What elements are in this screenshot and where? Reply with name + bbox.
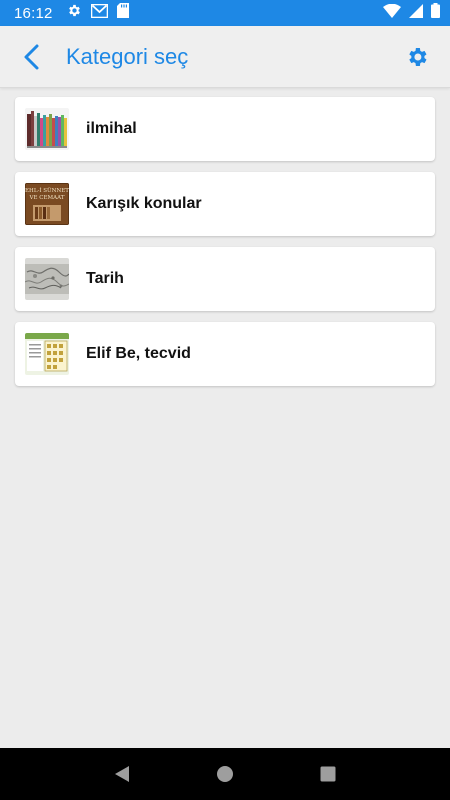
gmail-icon	[90, 3, 108, 23]
settings-icon	[67, 3, 82, 23]
chevron-left-icon	[24, 44, 39, 69]
category-item-karisik-konular[interactable]: EHL-İ SÜNNET VE CEMAAT Karışık konular	[15, 172, 435, 236]
ehl-i-sunnet-book-cover: EHL-İ SÜNNET VE CEMAAT	[25, 183, 69, 225]
back-triangle-icon	[114, 766, 129, 782]
nav-home-button[interactable]	[205, 754, 245, 794]
back-button[interactable]	[12, 37, 52, 77]
category-label: ilmihal	[86, 120, 137, 137]
category-item-ilmihal[interactable]: ilmihal	[15, 97, 435, 161]
category-item-tarih[interactable]: Tarih	[15, 247, 435, 311]
old-map-thumbnail	[25, 258, 69, 300]
sd-card-icon	[116, 3, 129, 23]
home-circle-icon	[216, 766, 233, 782]
status-system-icons	[383, 3, 440, 23]
status-bar: 16:12	[0, 0, 450, 26]
wifi-icon	[383, 3, 401, 23]
recents-square-icon	[320, 766, 336, 782]
page-title: Kategori seç	[66, 43, 189, 69]
svg-text:EHL-İ SÜNNET: EHL-İ SÜNNET	[25, 187, 69, 194]
alphabet-chart-thumbnail	[25, 333, 69, 375]
category-list: ilmihal EHL-İ SÜNNET VE CEMAAT Karışık k…	[15, 97, 435, 397]
status-time: 16:12	[14, 4, 53, 22]
nav-back-button[interactable]	[102, 754, 142, 794]
status-notification-icons	[67, 3, 129, 23]
category-item-elif-be-tecvid[interactable]: Elif Be, tecvid	[15, 322, 435, 386]
books-thumbnail	[25, 108, 69, 150]
category-label: Karışık konular	[86, 195, 202, 212]
settings-button[interactable]	[398, 37, 438, 77]
signal-icon	[409, 3, 423, 23]
svg-text:VE CEMAAT: VE CEMAAT	[29, 195, 65, 201]
battery-icon	[431, 3, 440, 23]
category-label: Tarih	[86, 270, 124, 287]
gear-icon	[409, 47, 427, 66]
app-bar: Kategori seç	[0, 26, 450, 88]
nav-recents-button[interactable]	[308, 754, 348, 794]
category-label: Elif Be, tecvid	[86, 345, 191, 362]
navigation-bar	[0, 748, 450, 800]
